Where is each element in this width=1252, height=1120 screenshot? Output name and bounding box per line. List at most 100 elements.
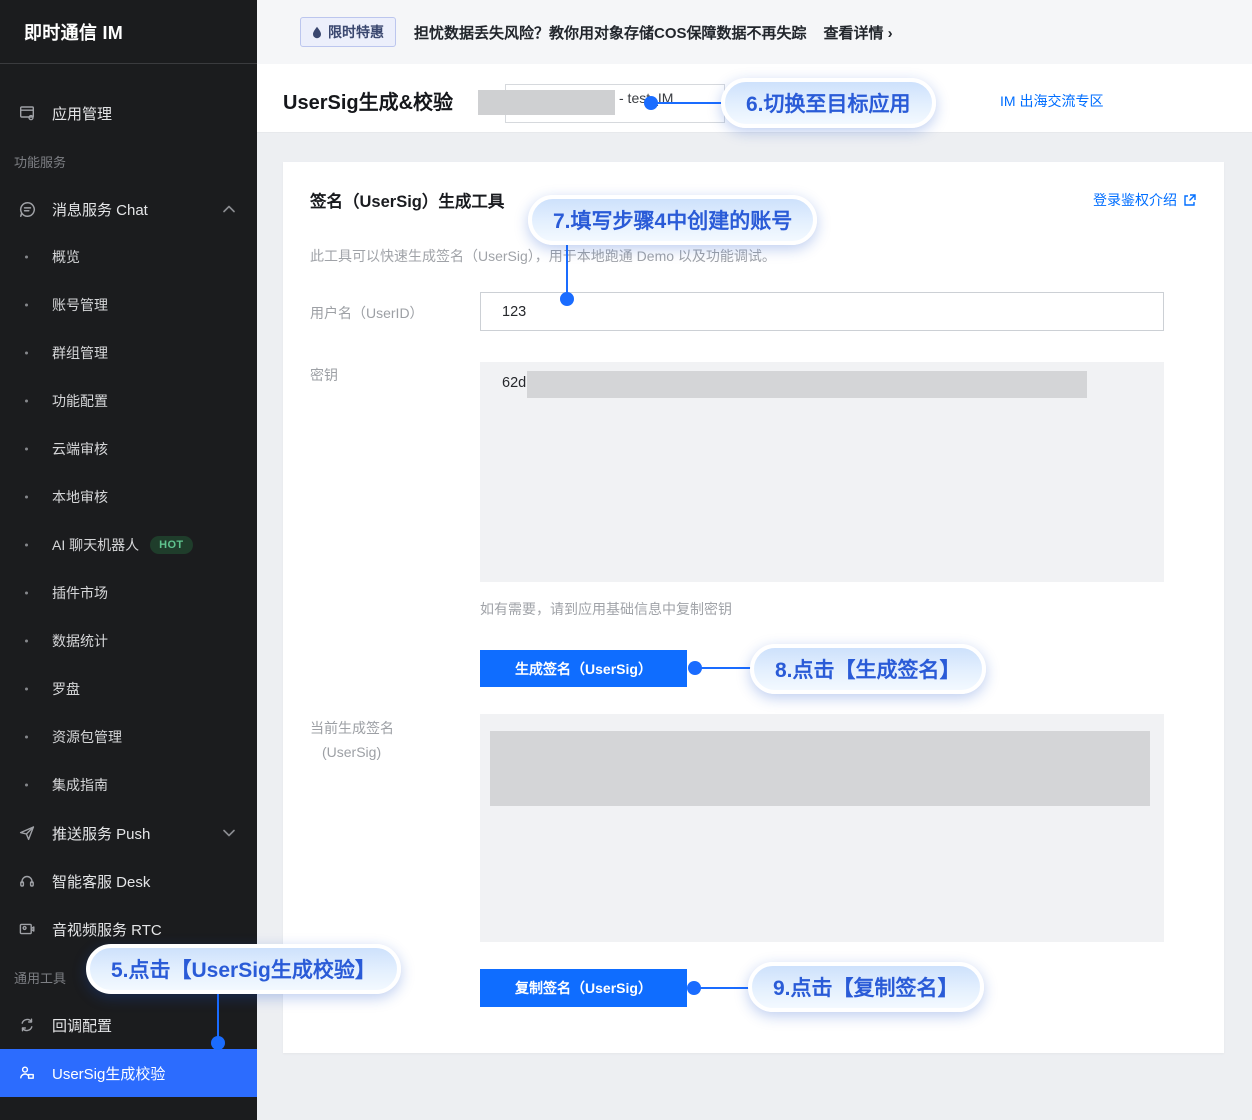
sidebar-item-package-management[interactable]: 资源包管理 — [0, 713, 257, 761]
promo-banner: 限时特惠 担忧数据丢失风险？教你用对象存储COS保障数据不再失踪 查看详情 › — [257, 0, 1252, 64]
video-icon — [17, 919, 37, 939]
sidebar-item-chat[interactable]: 消息服务 Chat — [0, 185, 257, 233]
sidebar-item-label: 推送服务 Push — [52, 823, 150, 844]
bullet-icon — [25, 304, 28, 307]
bullet-icon — [25, 448, 28, 451]
page-title: UserSig生成&校验 — [283, 86, 453, 115]
chat-icon — [17, 199, 37, 219]
callout-step8: 8.点击【生成签名】 — [750, 644, 986, 694]
promo-badge: 限时特惠 — [300, 17, 396, 47]
connector-dot-step7 — [560, 292, 574, 306]
auth-doc-link[interactable]: 登录鉴权介绍 — [1093, 190, 1196, 210]
sidebar-item-desk[interactable]: 智能客服 Desk — [0, 857, 257, 905]
redacted-app-id — [478, 90, 615, 115]
connector-line-step9 — [699, 987, 750, 989]
promo-details-link[interactable]: 查看详情 › — [824, 22, 893, 43]
sidebar-item-overview[interactable]: 概览 — [0, 233, 257, 281]
bullet-icon — [25, 784, 28, 787]
sidebar-item-label: 数据统计 — [52, 631, 108, 651]
bullet-icon — [25, 256, 28, 259]
sidebar-item-label: 回调配置 — [52, 1015, 112, 1036]
connector-dot-step5 — [211, 1036, 225, 1050]
sidebar-item-label: 应用管理 — [52, 103, 112, 124]
key-label: 密钥 — [310, 365, 338, 385]
sidebar-item-group-management[interactable]: 群组管理 — [0, 329, 257, 377]
sidebar-item-local-moderation[interactable]: 本地审核 — [0, 473, 257, 521]
generate-usersig-button[interactable]: 生成签名（UserSig） — [480, 650, 687, 687]
userid-input[interactable] — [480, 292, 1164, 331]
sidebar-item-label: 云端审核 — [52, 439, 108, 459]
screen: 即时通信 IM 应用管理 功能服务 消息服务 Chat 概 — [0, 0, 1252, 1120]
redacted-key-value — [527, 371, 1087, 398]
sidebar-item-label: AI 聊天机器人 — [52, 535, 139, 555]
sidebar-item-label: 音视频服务 RTC — [52, 919, 162, 940]
bullet-icon — [25, 736, 28, 739]
callout-step6: 6.切换至目标应用 — [721, 78, 936, 128]
auth-doc-link-label: 登录鉴权介绍 — [1093, 190, 1177, 210]
key-visible-prefix: 62d — [502, 375, 526, 391]
bullet-icon — [25, 640, 28, 643]
callback-icon — [17, 1015, 37, 1035]
bullet-icon — [25, 688, 28, 691]
sidebar-item-compass[interactable]: 罗盘 — [0, 665, 257, 713]
sidebar-item-label: 账号管理 — [52, 295, 108, 315]
sidebar-item-label: 罗盘 — [52, 679, 80, 699]
connector-line-step7 — [566, 245, 568, 295]
callout-step5: 5.点击【UserSig生成校验】 — [86, 944, 401, 994]
card-title: 签名（UserSig）生成工具 — [310, 188, 504, 212]
sidebar-item-label: 概览 — [52, 247, 80, 267]
im-community-link[interactable]: IM 出海交流专区 — [1000, 91, 1103, 111]
chevron-up-icon[interactable] — [223, 201, 235, 218]
sidebar-item-integration-guide[interactable]: 集成指南 — [0, 761, 257, 809]
copy-usersig-button[interactable]: 复制签名（UserSig） — [480, 969, 687, 1007]
result-label-line2: (UserSig) — [310, 740, 394, 764]
userid-label: 用户名（UserID） — [310, 303, 424, 323]
sidebar-item-plugin-market[interactable]: 插件市场 — [0, 569, 257, 617]
result-label: 当前生成签名 (UserSig) — [310, 716, 394, 764]
sidebar-item-push[interactable]: 推送服务 Push — [0, 809, 257, 857]
callout-step9: 9.点击【复制签名】 — [748, 962, 984, 1012]
callout-step7: 7.填写步骤4中创建的账号 — [528, 195, 817, 245]
key-textarea[interactable]: 62d — [480, 362, 1164, 582]
bullet-icon — [25, 400, 28, 403]
usersig-person-icon — [17, 1063, 37, 1083]
connector-dot-step9 — [687, 981, 701, 995]
droplet-icon — [312, 26, 322, 39]
connector-dot-step6 — [644, 96, 658, 110]
bullet-icon — [25, 496, 28, 499]
sidebar-item-label: 功能配置 — [52, 391, 108, 411]
card-description: 此工具可以快速生成签名（UserSig），用于本地跑通 Demo 以及功能调试。 — [310, 246, 776, 266]
sidebar-item-app-management[interactable]: 应用管理 — [0, 89, 257, 137]
redacted-usersig-value — [490, 731, 1150, 806]
sidebar-item-label: 群组管理 — [52, 343, 108, 363]
bullet-icon — [25, 592, 28, 595]
sidebar-section-function-services: 功能服务 — [0, 137, 257, 185]
connector-dot-step8 — [688, 661, 702, 675]
sidebar-item-cloud-moderation[interactable]: 云端审核 — [0, 425, 257, 473]
hot-badge: HOT — [150, 536, 192, 554]
sidebar-item-label: 资源包管理 — [52, 727, 122, 747]
result-label-line1: 当前生成签名 — [310, 716, 394, 740]
app-management-icon — [17, 103, 37, 123]
sidebar-item-usersig[interactable]: UserSig生成校验 — [0, 1049, 257, 1097]
promo-text: 担忧数据丢失风险？教你用对象存储COS保障数据不再失踪 — [414, 22, 807, 43]
connector-line-step6 — [651, 102, 725, 104]
sidebar-item-account-management[interactable]: 账号管理 — [0, 281, 257, 329]
sidebar-item-label: 插件市场 — [52, 583, 108, 603]
external-link-icon — [1183, 194, 1196, 207]
sidebar-item-label: 集成指南 — [52, 775, 108, 795]
connector-line-step8 — [700, 667, 752, 669]
usersig-tool-card: 签名（UserSig）生成工具 登录鉴权介绍 此工具可以快速生成签名（UserS… — [283, 162, 1224, 1053]
sidebar-item-statistics[interactable]: 数据统计 — [0, 617, 257, 665]
bullet-icon — [25, 352, 28, 355]
result-textarea[interactable] — [480, 714, 1164, 942]
chevron-down-icon[interactable] — [223, 825, 235, 842]
sidebar-item-label: 本地审核 — [52, 487, 108, 507]
key-helper-text: 如有需要，请到应用基础信息中复制密钥 — [480, 599, 732, 619]
sidebar-item-label: 消息服务 Chat — [52, 199, 148, 220]
sidebar-item-feature-config[interactable]: 功能配置 — [0, 377, 257, 425]
sidebar-item-ai-chatbot[interactable]: AI 聊天机器人 HOT — [0, 521, 257, 569]
push-icon — [17, 823, 37, 843]
headset-icon — [17, 871, 37, 891]
connector-line-step5 — [217, 992, 219, 1038]
